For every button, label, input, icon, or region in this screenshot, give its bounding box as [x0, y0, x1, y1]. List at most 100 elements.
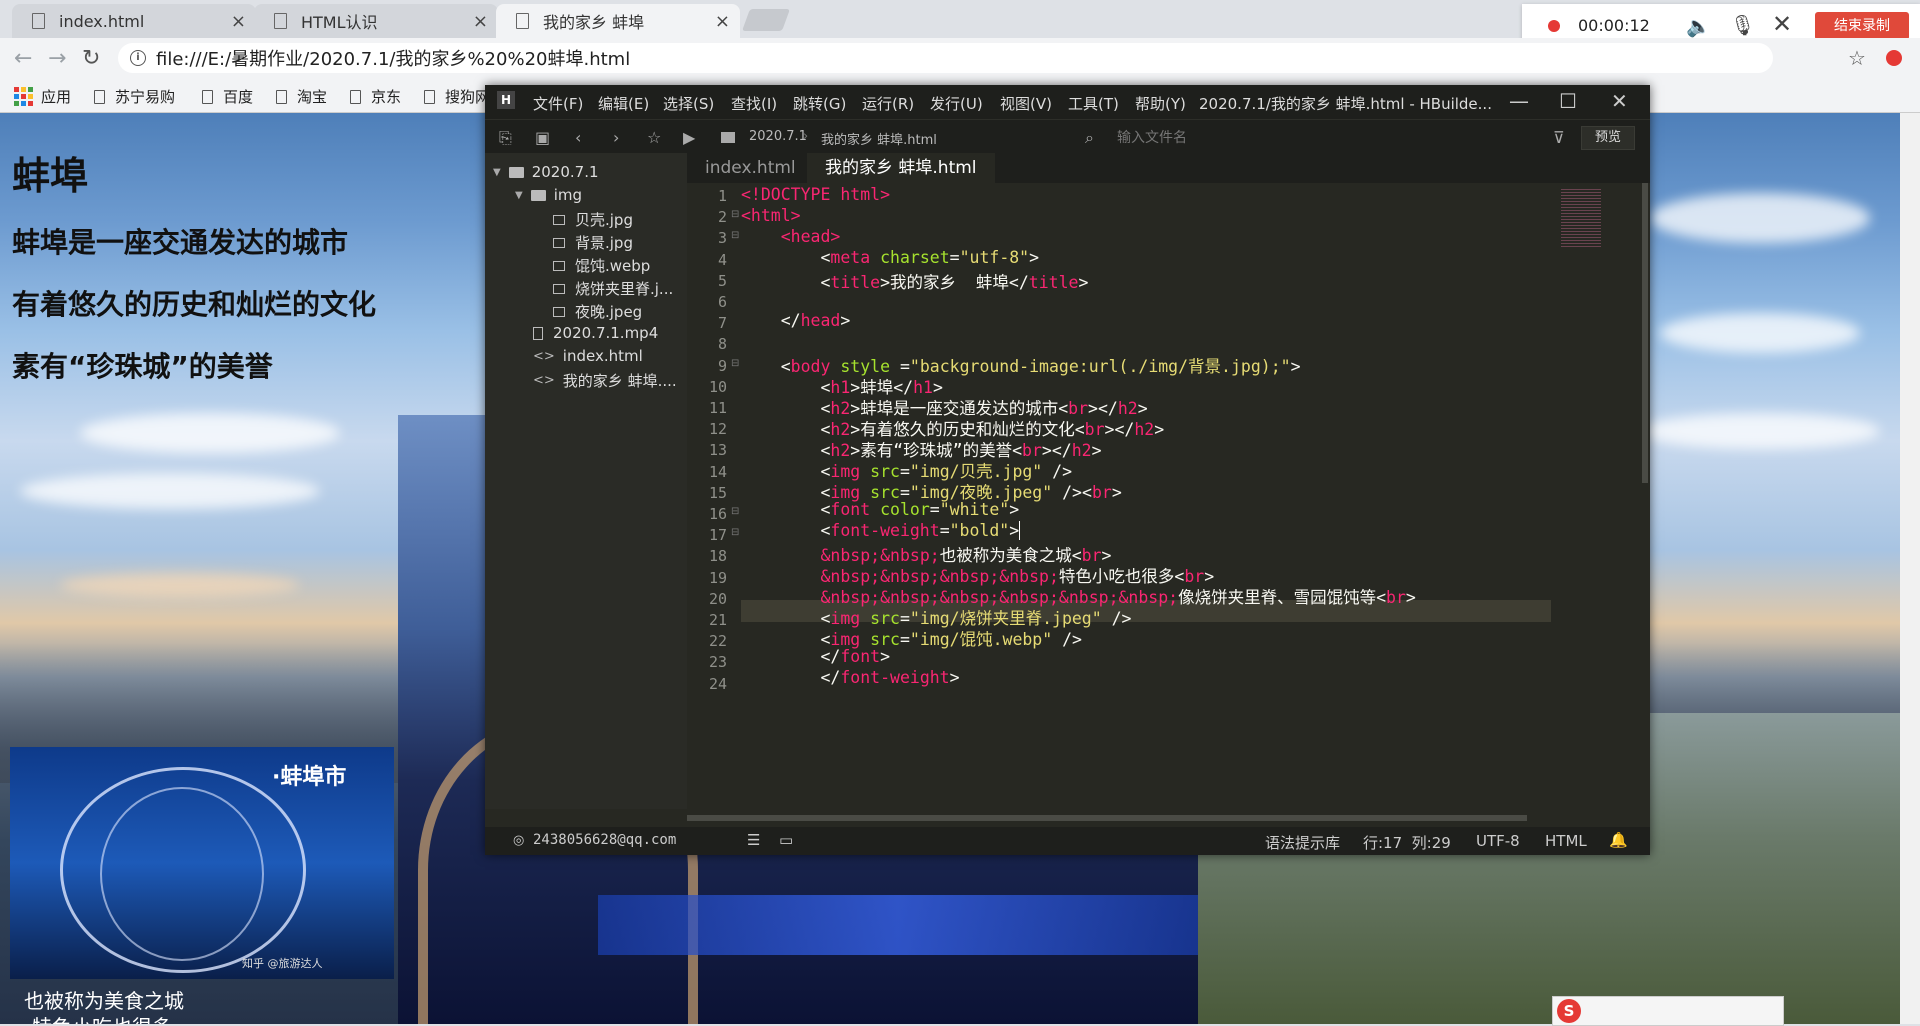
document-icon: [94, 89, 105, 104]
run-icon[interactable]: ▶: [683, 128, 695, 147]
line-number: 7: [717, 314, 727, 333]
fold-toggle-icon[interactable]: ⊟: [731, 358, 739, 369]
microphone-icon[interactable]: 🎙: [1730, 13, 1755, 37]
menu-tools[interactable]: 工具(T): [1068, 93, 1119, 114]
tab-hometown[interactable]: 我的家乡 蚌埠 ×: [496, 4, 740, 38]
page-scrollbar[interactable]: [1900, 113, 1920, 1024]
tree-file-shell[interactable]: 贝壳.jpg: [553, 209, 633, 230]
status-user[interactable]: 2438056628@qq.com: [533, 832, 676, 848]
tree-file-video[interactable]: 2020.7.1.mp4: [533, 324, 658, 342]
sogou-ime-icon[interactable]: S: [1557, 999, 1581, 1023]
forward-arrow-icon[interactable]: →: [48, 46, 66, 71]
bookmark-jd[interactable]: 京东: [350, 86, 401, 107]
star-icon[interactable]: ☆: [647, 128, 661, 147]
line-number: 13: [708, 441, 727, 460]
editor-tab-hometown[interactable]: 我的家乡 蚌埠.html: [807, 153, 995, 183]
bookmark-suning[interactable]: 苏宁易购: [94, 86, 175, 107]
tree-folder-project[interactable]: ▼ 2020.7.1: [493, 163, 599, 181]
line-number: 1: [717, 187, 727, 205]
code-editor[interactable]: 1 2 ⊟ 3 ⊟ 4 5 6 7 8 9 ⊟ 10 11 12 13 14 15 16 ⊟ 17 ⊟ 18 19 20 21 22…: [687, 183, 1650, 809]
menu-publish[interactable]: 发行(U): [930, 93, 983, 114]
status-syntax-lib[interactable]: 语法提示库: [1265, 832, 1340, 853]
fold-toggle-icon[interactable]: ⊟: [731, 527, 739, 538]
code-line: <font-weight="bold">: [741, 521, 1021, 540]
status-encoding[interactable]: UTF-8: [1476, 832, 1520, 850]
editor-horizontal-scrollbar[interactable]: [687, 809, 1650, 827]
hbuilder-window: H 文件(F) 编辑(E) 选择(S) 查找(I) 跳转(G) 运行(R) 发行…: [485, 85, 1650, 855]
fold-toggle-icon[interactable]: ⊟: [731, 230, 739, 241]
folder-icon: [530, 189, 546, 201]
menu-edit[interactable]: 编辑(E): [598, 93, 649, 114]
folder-icon: [508, 166, 524, 178]
chevron-right-icon: ›: [803, 129, 809, 144]
maximize-icon[interactable]: ☐: [1559, 89, 1577, 113]
line-number: 11: [708, 399, 727, 417]
line-number: 15: [708, 483, 727, 502]
breadcrumb-folder[interactable]: 2020.7.1: [749, 129, 807, 144]
reload-icon[interactable]: ↻: [82, 46, 100, 71]
close-icon[interactable]: ×: [473, 11, 488, 32]
code-line: <title>我的家乡 蚌埠</title>: [741, 273, 1089, 292]
document-icon: [350, 89, 361, 104]
tree-file-index[interactable]: <> index.html: [533, 347, 643, 365]
status-language[interactable]: HTML: [1545, 832, 1587, 850]
ime-toolbar[interactable]: S: [1552, 996, 1784, 1026]
end-recording-button[interactable]: 结束录制: [1815, 12, 1909, 40]
notification-bell-icon[interactable]: 🔔: [1609, 831, 1628, 849]
info-icon[interactable]: i: [130, 50, 146, 66]
filter-icon[interactable]: ⊽: [1553, 128, 1565, 147]
editor-tab-index[interactable]: index.html: [687, 153, 814, 183]
speaker-icon[interactable]: 🔈: [1686, 14, 1711, 38]
tree-folder-img[interactable]: ▼ img: [515, 186, 582, 204]
code-line: <!DOCTYPE html>: [741, 185, 891, 204]
new-file-icon[interactable]: ⎘: [499, 128, 512, 148]
file-search-icon: ⌕: [1085, 128, 1094, 147]
status-cursor-position[interactable]: 行:17 列:29: [1363, 832, 1451, 853]
minimize-icon[interactable]: —: [1509, 89, 1529, 113]
bookmark-sogou[interactable]: 搜狗网: [424, 86, 490, 107]
address-bar[interactable]: i file:///E:/暑期作业/2020.7.1/我的家乡%20%20蚌埠.…: [118, 43, 1773, 73]
close-icon[interactable]: ×: [231, 11, 246, 32]
close-icon[interactable]: ✕: [1611, 89, 1628, 113]
menu-view[interactable]: 视图(V): [1000, 93, 1052, 114]
star-icon[interactable]: ☆: [1848, 46, 1866, 70]
terminal-icon[interactable]: ▭: [779, 831, 793, 849]
fold-toggle-icon[interactable]: ⊟: [731, 506, 739, 517]
tree-file-wonton[interactable]: 馄饨.webp: [553, 255, 650, 276]
menu-help[interactable]: 帮助(Y): [1135, 93, 1186, 114]
bookmark-taobao[interactable]: 淘宝: [276, 86, 327, 107]
breadcrumb-file[interactable]: 我的家乡 蚌埠.html: [821, 129, 937, 148]
menu-goto[interactable]: 跳转(G): [793, 93, 846, 114]
folder-icon: [721, 132, 735, 143]
back-arrow-icon[interactable]: ←: [14, 46, 32, 71]
menu-file[interactable]: 文件(F): [533, 93, 583, 114]
save-icon[interactable]: ▣: [535, 128, 550, 147]
extension-icon[interactable]: [1886, 50, 1902, 66]
tree-file-night[interactable]: 夜晚.jpeg: [553, 301, 642, 322]
back-arrow-icon[interactable]: ‹: [575, 128, 581, 147]
code-minimap[interactable]: [1555, 183, 1635, 809]
close-icon[interactable]: ✕: [1772, 10, 1792, 38]
tab-index[interactable]: index.html ×: [12, 4, 256, 38]
code-line: <meta charset="utf-8">: [741, 248, 1040, 267]
preview-button[interactable]: 预览: [1581, 126, 1635, 150]
menu-run[interactable]: 运行(R): [862, 93, 914, 114]
code-line: </font-weight>: [741, 668, 960, 687]
bookmark-label: 搜狗网: [445, 88, 491, 106]
new-tab-button[interactable]: [741, 9, 791, 31]
tree-file-background[interactable]: 背景.jpg: [553, 232, 633, 253]
editor-vertical-scrollbar[interactable]: [1641, 183, 1649, 809]
close-icon[interactable]: ×: [715, 11, 730, 32]
tree-file-hometown[interactable]: <> 我的家乡 蚌埠....: [533, 370, 677, 391]
code-line: <html>: [741, 206, 801, 225]
forward-arrow-icon[interactable]: ›: [613, 128, 619, 147]
bookmark-apps[interactable]: 应用: [14, 86, 71, 107]
menu-select[interactable]: 选择(S): [663, 93, 714, 114]
list-icon[interactable]: ☰: [747, 831, 760, 849]
bookmark-baidu[interactable]: 百度: [202, 86, 253, 107]
file-filter-input[interactable]: [1115, 127, 1549, 149]
fold-toggle-icon[interactable]: ⊟: [731, 209, 739, 220]
menu-find[interactable]: 查找(I): [731, 93, 777, 114]
tree-file-shaobing[interactable]: 烧饼夹里脊.j...: [553, 278, 673, 299]
tab-html-intro[interactable]: HTML认识 ×: [254, 4, 498, 38]
